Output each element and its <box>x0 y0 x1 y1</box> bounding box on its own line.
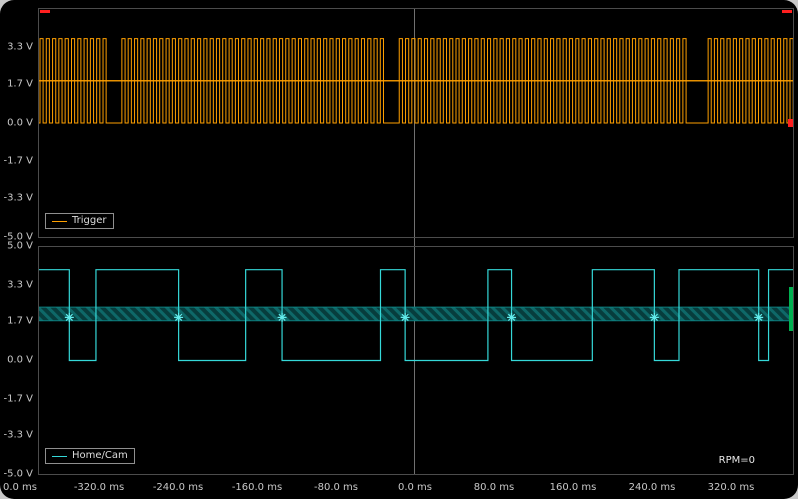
x-tick-label: -320.0 ms <box>74 482 124 493</box>
y-tick-label: -5.0 V <box>0 469 33 480</box>
cam-level-marker[interactable] <box>789 287 793 331</box>
x-tick-label: -160.0 ms <box>232 482 282 493</box>
x-tick-label: 0.0 ms <box>398 482 432 493</box>
x-tick-label: -80.0 ms <box>314 482 358 493</box>
y-tick-label: 1.7 V <box>0 316 33 327</box>
trigger-plot-area[interactable]: Trigger <box>38 8 794 238</box>
cam-event-marker-icon <box>754 313 763 322</box>
y-tick-label: 3.3 V <box>0 41 33 52</box>
cam-legend-label: Home/Cam <box>72 450 128 462</box>
scope-window: Trigger <box>0 0 798 499</box>
clip-indicator-left-icon <box>40 10 50 13</box>
cam-event-marker-icon <box>650 313 659 322</box>
cam-event-marker-icon <box>278 313 287 322</box>
x-tick-label: 160.0 ms <box>550 482 597 493</box>
y-tick-label: 0.0 V <box>0 355 33 366</box>
trigger-zero-marker-icon[interactable] <box>788 119 793 127</box>
y-tick-label: 1.7 V <box>0 78 33 89</box>
trigger-legend[interactable]: Trigger <box>45 213 114 229</box>
x-tick-label: -240.0 ms <box>153 482 203 493</box>
cam-event-marker-icon <box>401 313 410 322</box>
x-tick-label: 320.0 ms <box>708 482 755 493</box>
x-tick-label: 80.0 ms <box>474 482 514 493</box>
cam-plot-area[interactable]: Home/Cam RPM=0 <box>38 246 794 475</box>
y-tick-label: 3.3 V <box>0 279 33 290</box>
cam-threshold-band[interactable] <box>39 307 793 321</box>
trigger-waveform <box>39 9 793 237</box>
y-tick-label: -1.7 V <box>0 393 33 404</box>
cam-legend[interactable]: Home/Cam <box>45 448 135 464</box>
trigger-line-swatch <box>52 221 67 222</box>
y-tick-label: 0.0 V <box>0 117 33 128</box>
y-tick-label: 5.0 V <box>0 241 33 252</box>
cam-waveform <box>39 247 793 474</box>
y-tick-label: -3.3 V <box>0 193 33 204</box>
y-tick-label: -3.3 V <box>0 430 33 441</box>
cam-line-swatch <box>52 456 67 457</box>
rpm-readout: RPM=0 <box>719 455 755 466</box>
x-tick-label: 240.0 ms <box>629 482 676 493</box>
cam-event-marker-icon <box>507 313 516 322</box>
clip-indicator-right-icon <box>782 10 792 13</box>
cam-event-marker-icon <box>174 313 183 322</box>
trigger-legend-label: Trigger <box>72 215 107 227</box>
cam-event-marker-icon <box>65 313 74 322</box>
x-tick-label: 0.0 ms <box>3 482 37 493</box>
y-tick-label: -1.7 V <box>0 156 33 167</box>
